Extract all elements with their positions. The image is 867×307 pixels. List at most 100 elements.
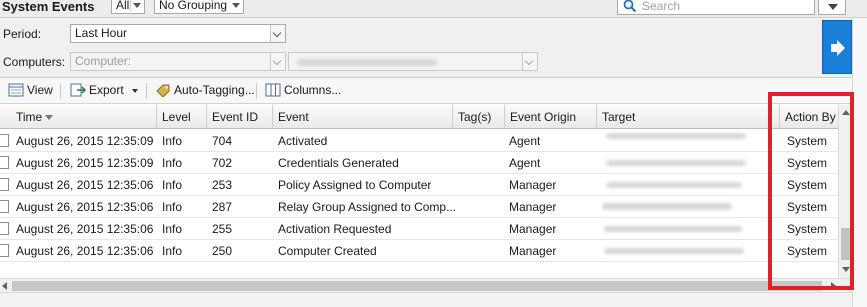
grouping-dropdown[interactable]: No Grouping bbox=[154, 0, 244, 14]
computers-select[interactable]: Computer: bbox=[70, 52, 286, 71]
cell-level: Info bbox=[162, 200, 183, 214]
toolbar: View Export Auto-Tagging... Columns... bbox=[0, 78, 867, 104]
cell-tags bbox=[453, 218, 458, 240]
export-icon bbox=[70, 83, 86, 97]
column-header-tags[interactable]: Tag(s) bbox=[453, 105, 505, 129]
cell-tags bbox=[453, 130, 458, 152]
document-icon bbox=[0, 178, 9, 191]
columns-icon bbox=[265, 83, 281, 97]
column-header-level[interactable]: Level bbox=[157, 105, 207, 129]
table-header: Time Level Event ID Event Tag(s) Event O… bbox=[0, 105, 838, 129]
scroll-left-icon[interactable] bbox=[2, 282, 7, 290]
cell-event-origin: Manager bbox=[509, 222, 557, 236]
period-value: Last Hour bbox=[75, 26, 128, 40]
column-header-target[interactable]: Target bbox=[597, 105, 780, 129]
scroll-right-icon[interactable] bbox=[831, 282, 836, 290]
cell-tags bbox=[453, 240, 458, 262]
filter-panel: Period: Last Hour Computers: Computer: bbox=[0, 18, 867, 78]
redacted-target bbox=[604, 226, 742, 232]
toolbar-divider bbox=[60, 83, 61, 99]
cell-event-id: 255 bbox=[212, 222, 233, 236]
cell-action-by: System bbox=[787, 178, 828, 192]
cell-time: August 26, 2015 12:35:06 bbox=[16, 222, 154, 236]
column-header-action-by[interactable]: Action By bbox=[780, 105, 838, 129]
scroll-thumb[interactable] bbox=[12, 281, 822, 291]
chevron-down-icon bbox=[132, 89, 139, 93]
view-icon bbox=[8, 83, 24, 97]
redacted-target bbox=[606, 133, 746, 139]
table-row[interactable]: August 26, 2015 12:35:06 Info 287 Relay … bbox=[0, 196, 838, 218]
cell-event: Credentials Generated bbox=[278, 156, 399, 170]
table-row[interactable]: August 26, 2015 12:35:09 Info 704 Activa… bbox=[0, 130, 838, 152]
cell-action-by: System bbox=[787, 134, 828, 148]
apply-filter-button[interactable] bbox=[822, 20, 852, 74]
period-label: Period: bbox=[3, 27, 42, 41]
column-header-time[interactable]: Time bbox=[0, 105, 157, 129]
export-button[interactable]: Export bbox=[70, 81, 139, 101]
arrow-right-icon bbox=[831, 40, 845, 56]
columns-button[interactable]: Columns... bbox=[265, 81, 341, 101]
cell-event: Activation Requested bbox=[278, 222, 392, 236]
cell-event: Computer Created bbox=[278, 244, 377, 258]
cell-action-by: System bbox=[787, 200, 828, 214]
event-filter-dropdown[interactable]: All bbox=[111, 0, 145, 14]
table-row[interactable]: August 26, 2015 12:35:09 Info 702 Creden… bbox=[0, 152, 838, 174]
table-row[interactable]: August 26, 2015 12:35:06 Info 250 Comput… bbox=[0, 240, 838, 262]
cell-event-origin: Agent bbox=[509, 134, 541, 148]
export-label: Export bbox=[89, 83, 124, 97]
cell-event-id: 287 bbox=[212, 200, 233, 214]
cell-tags bbox=[453, 174, 458, 196]
computers-label: Computers: bbox=[3, 55, 66, 69]
cell-tags bbox=[453, 196, 458, 218]
table-row[interactable]: August 26, 2015 12:35:06 Info 253 Policy… bbox=[0, 174, 838, 196]
column-header-event[interactable]: Event bbox=[273, 105, 453, 129]
sort-descending-icon bbox=[45, 115, 54, 120]
status-bar bbox=[0, 292, 867, 307]
event-filter-value: All bbox=[116, 0, 130, 12]
cell-event-id: 250 bbox=[212, 244, 233, 258]
cell-level: Info bbox=[162, 244, 183, 258]
horizontal-scrollbar[interactable] bbox=[0, 278, 852, 292]
cell-event-origin: Manager bbox=[509, 178, 557, 192]
redacted-target bbox=[606, 182, 742, 188]
search-icon bbox=[623, 0, 637, 13]
cell-event-id: 253 bbox=[212, 178, 233, 192]
toolbar-divider bbox=[146, 83, 147, 99]
chevron-down-icon bbox=[232, 3, 240, 8]
view-label: View bbox=[27, 83, 53, 97]
redacted-target bbox=[602, 203, 732, 210]
scroll-up-icon[interactable] bbox=[842, 110, 850, 115]
period-select[interactable]: Last Hour bbox=[70, 24, 286, 43]
cell-level: Info bbox=[162, 178, 183, 192]
redacted-target bbox=[604, 248, 744, 254]
auto-tagging-button[interactable]: Auto-Tagging... bbox=[155, 81, 255, 101]
window-edge bbox=[852, 18, 867, 307]
cell-level: Info bbox=[162, 222, 183, 236]
tag-icon bbox=[156, 84, 170, 97]
chevron-down-icon bbox=[828, 4, 838, 10]
computer-name-select[interactable] bbox=[288, 52, 538, 71]
search-input[interactable]: Search bbox=[642, 0, 680, 13]
search-options-dropdown[interactable] bbox=[818, 0, 846, 15]
scroll-down-icon[interactable] bbox=[842, 267, 850, 272]
scroll-thumb[interactable] bbox=[841, 228, 851, 260]
document-icon bbox=[0, 244, 9, 257]
cell-action-by: System bbox=[787, 156, 828, 170]
cell-level: Info bbox=[162, 156, 183, 170]
vertical-scrollbar[interactable] bbox=[838, 105, 852, 278]
view-button[interactable]: View bbox=[8, 81, 53, 101]
table-row[interactable]: August 26, 2015 12:35:06 Info 255 Activa… bbox=[0, 218, 838, 240]
chevron-down-icon bbox=[270, 25, 285, 42]
cell-time: August 26, 2015 12:35:09 bbox=[16, 156, 154, 170]
cell-event: Policy Assigned to Computer bbox=[278, 178, 432, 192]
toolbar-divider bbox=[256, 83, 257, 99]
cell-event-origin: Agent bbox=[509, 156, 541, 170]
column-header-event-id[interactable]: Event ID bbox=[207, 105, 273, 129]
column-header-event-origin[interactable]: Event Origin bbox=[505, 105, 597, 129]
cell-action-by: System bbox=[787, 244, 828, 258]
cell-time: August 26, 2015 12:35:09 bbox=[16, 134, 154, 148]
search-box[interactable]: Search bbox=[617, 0, 815, 15]
chevron-down-icon bbox=[133, 3, 141, 8]
redacted-target bbox=[606, 160, 746, 166]
grouping-value: No Grouping bbox=[159, 0, 228, 12]
